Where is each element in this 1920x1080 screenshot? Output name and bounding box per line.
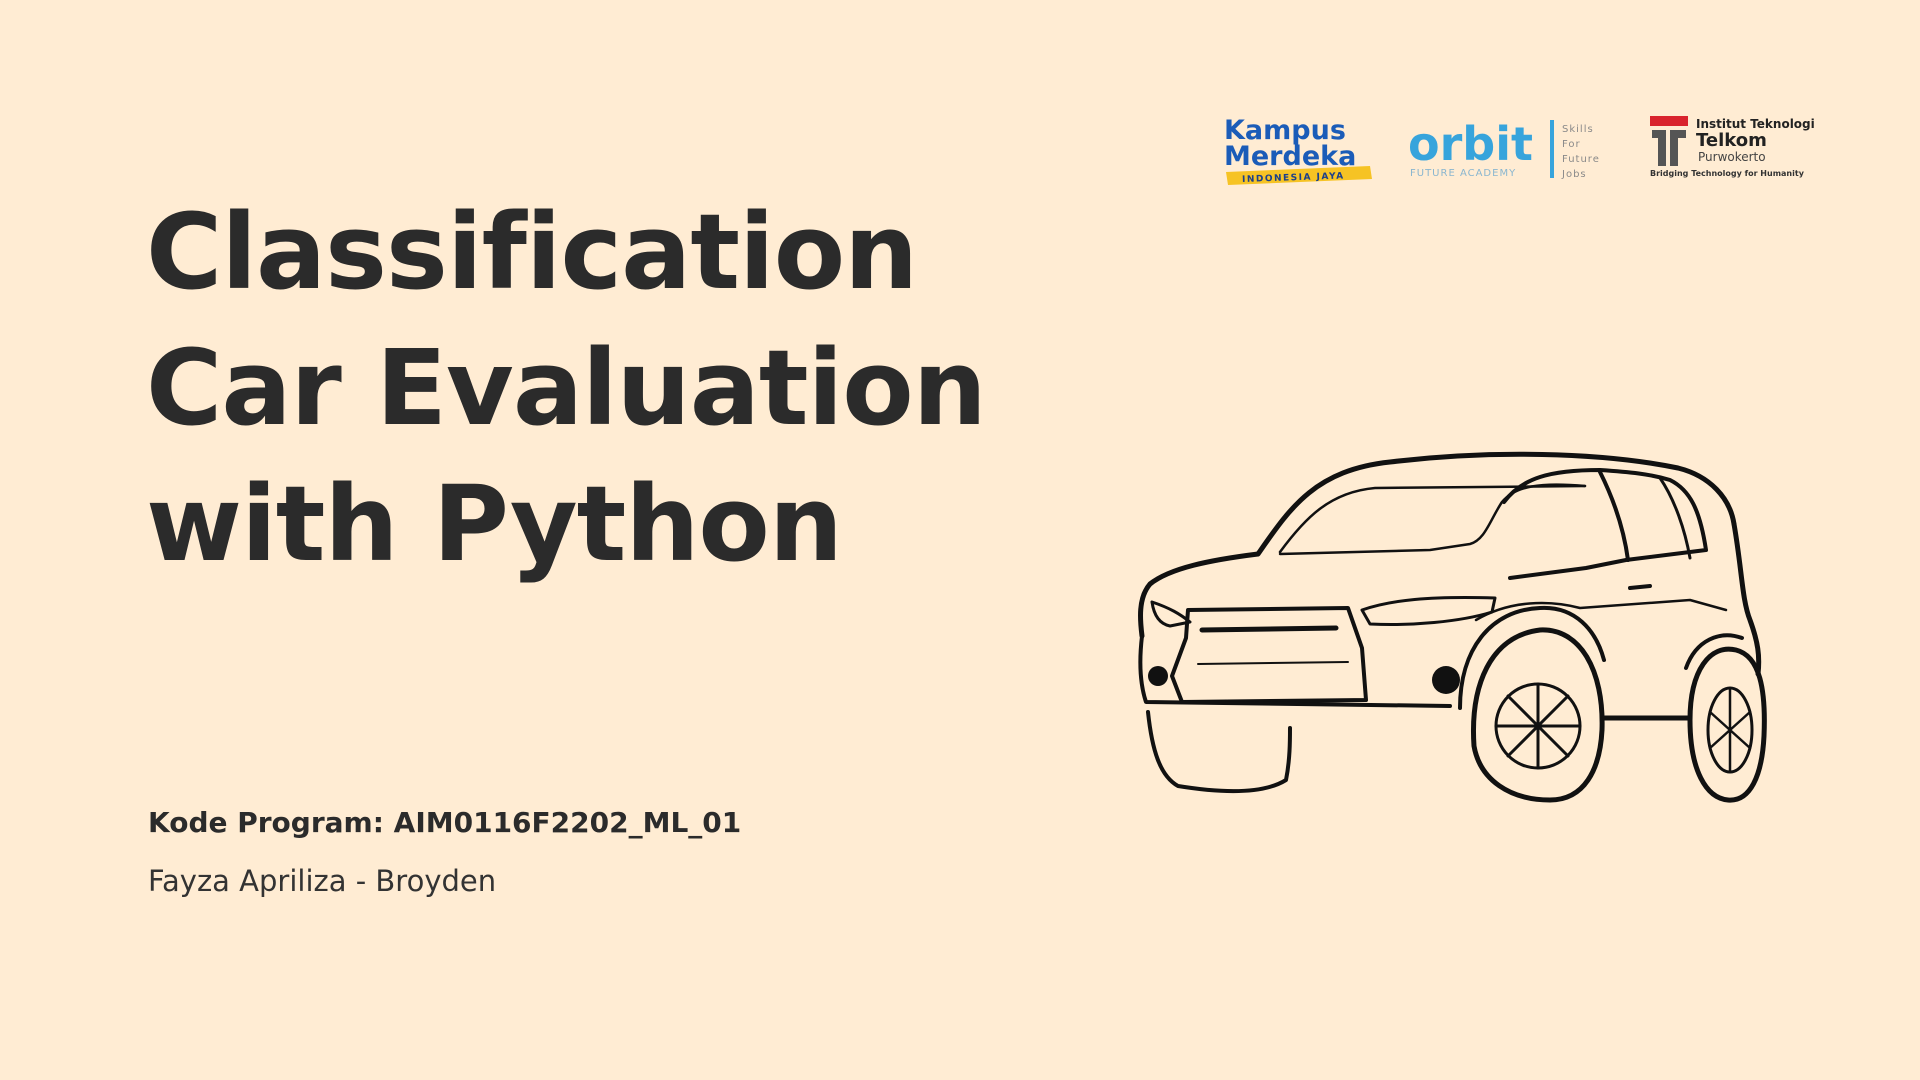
telkom-mark-right-icon bbox=[1670, 130, 1686, 166]
title-line-1: Classification bbox=[146, 191, 918, 313]
car-illustration bbox=[1137, 451, 1767, 803]
car-lower-bumper bbox=[1146, 710, 1292, 794]
car-hood bbox=[1137, 551, 1261, 639]
car-grille-bar-lower bbox=[1197, 661, 1349, 665]
orbit-divider bbox=[1550, 120, 1554, 178]
telkom-logo: Institut Teknologi Telkom Purwokerto Bri… bbox=[1650, 116, 1815, 178]
car-fog-light-right bbox=[1432, 666, 1460, 694]
orbit-tag-3: Future bbox=[1562, 154, 1600, 165]
telkom-line-3: Purwokerto bbox=[1698, 150, 1766, 164]
telkom-line-1: Institut Teknologi bbox=[1696, 117, 1815, 131]
title-line-3: with Python bbox=[146, 463, 843, 585]
car-front-spokes bbox=[1494, 682, 1582, 770]
car-windshield-top bbox=[1278, 484, 1587, 554]
orbit-tag-4: Jobs bbox=[1561, 169, 1587, 180]
orbit-tag-2: For bbox=[1562, 139, 1581, 150]
car-grille bbox=[1170, 606, 1368, 704]
car-body-line bbox=[1474, 598, 1728, 622]
car-grille-bar bbox=[1199, 625, 1339, 633]
orbit-tag-1: Skills bbox=[1562, 124, 1594, 135]
car-front-fender bbox=[1458, 605, 1606, 710]
car-roof bbox=[1255, 451, 1737, 557]
title-line-2: Car Evaluation bbox=[146, 327, 987, 449]
telkom-tagline: Bridging Technology for Humanity bbox=[1650, 169, 1805, 178]
kode-program: Kode Program: AIM0116F2202_ML_01 bbox=[148, 806, 742, 839]
telkom-line-2: Telkom bbox=[1696, 130, 1767, 151]
car-rear-spokes bbox=[1708, 686, 1752, 774]
orbit-logo: orbit FUTURE ACADEMY Skills For Future J… bbox=[1408, 117, 1600, 180]
kampus-merdeka-line2: Merdeka bbox=[1224, 141, 1356, 172]
orbit-wordmark: orbit bbox=[1408, 117, 1533, 171]
telkom-mark-top-icon bbox=[1650, 116, 1688, 126]
partner-logos: Kampus Merdeka INDONESIA JAYA orbit FUTU… bbox=[1224, 115, 1815, 185]
car-headlight-left bbox=[1150, 600, 1192, 628]
slide-title: Classification Car Evaluation with Pytho… bbox=[146, 184, 987, 592]
telkom-mark-left-icon bbox=[1652, 130, 1666, 166]
car-bumper bbox=[1138, 634, 1452, 708]
author-name: Fayza Apriliza - Broyden bbox=[148, 864, 497, 898]
kampus-merdeka-logo: Kampus Merdeka INDONESIA JAYA bbox=[1224, 115, 1372, 185]
slide: Classification Car Evaluation with Pytho… bbox=[0, 0, 1920, 1080]
car-pillar bbox=[1598, 470, 1630, 562]
car-door-handle bbox=[1628, 584, 1652, 590]
orbit-subtitle: FUTURE ACADEMY bbox=[1410, 168, 1516, 179]
car-fog-light-left bbox=[1148, 666, 1168, 686]
car-hood-line bbox=[1278, 483, 1587, 556]
